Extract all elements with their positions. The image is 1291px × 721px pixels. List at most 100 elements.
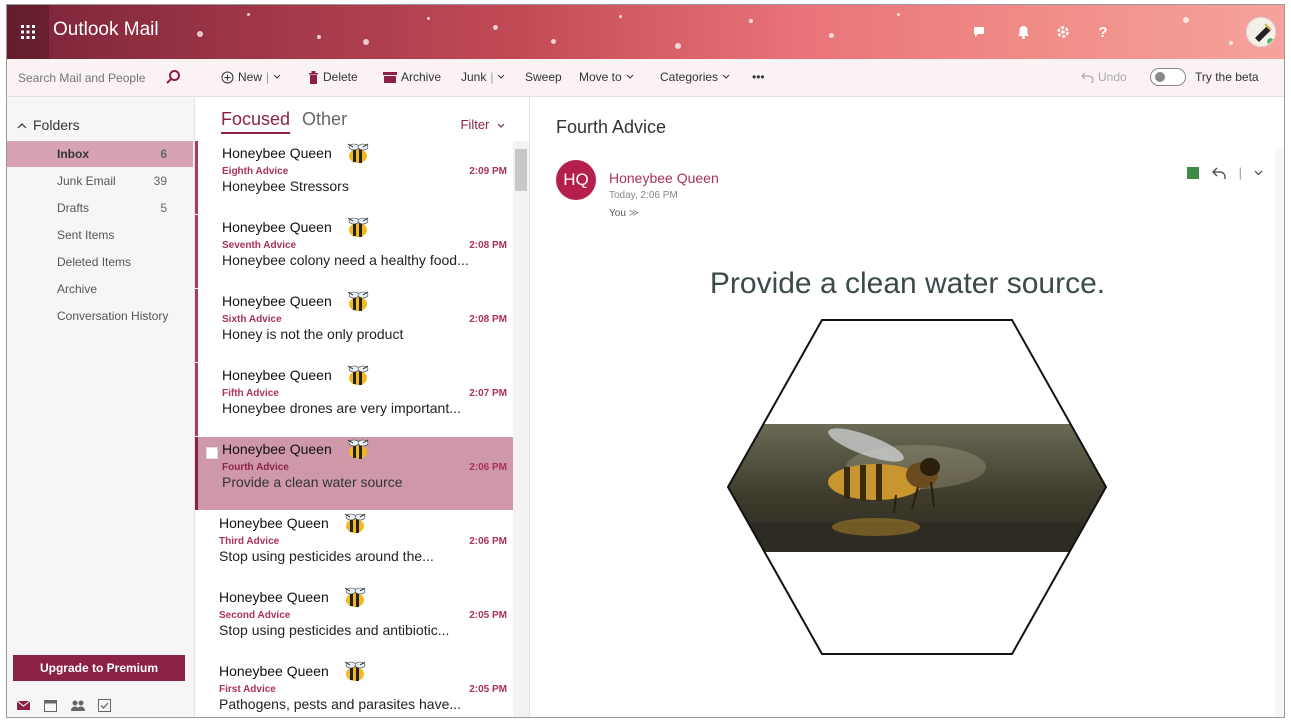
chevron-up-icon: [17, 122, 27, 128]
undo-label: Undo: [1098, 70, 1127, 84]
folder-sent-items[interactable]: Sent Items: [7, 222, 193, 248]
move-to-label: Move to: [579, 70, 622, 84]
search-input[interactable]: [18, 71, 158, 85]
move-to-button[interactable]: Move to: [579, 70, 634, 84]
search-box[interactable]: [7, 59, 195, 97]
folder-inbox[interactable]: Inbox 6: [7, 141, 193, 167]
draft-count: 5: [160, 201, 167, 215]
inbox-tabs: Focused Other: [221, 109, 347, 134]
folder-label: Sent Items: [57, 228, 115, 242]
message-row[interactable]: Honeybee Queen Eighth Advice 2:09 PM Hon…: [195, 141, 513, 214]
message-row[interactable]: Honeybee Queen Second Advice 2:05 PM Sto…: [195, 585, 513, 658]
message-list-scrollbar[interactable]: [513, 141, 529, 717]
message-time: 2:09 PM: [469, 166, 507, 177]
reply-all-icon[interactable]: [1211, 166, 1227, 180]
plus-circle-icon: [221, 71, 234, 83]
unread-count: 39: [153, 174, 167, 188]
delete-button[interactable]: Delete: [308, 70, 358, 84]
search-icon[interactable]: [165, 69, 181, 90]
try-beta-label: Try the beta: [1195, 70, 1259, 84]
folder-pane: Folders Inbox 6 Junk Email 39 Drafts 5 S…: [7, 97, 195, 717]
delete-label: Delete: [323, 70, 358, 84]
message-preview: Stop using pesticides and antibiotic...: [219, 622, 450, 638]
bee-icon: [347, 439, 369, 459]
message-time: 2:06 PM: [469, 462, 507, 473]
new-button[interactable]: New |: [221, 70, 281, 84]
message-row[interactable]: Honeybee Queen Third Advice 2:06 PM Stop…: [195, 511, 513, 584]
folder-drafts[interactable]: Drafts 5: [7, 195, 193, 221]
message-time: 2:08 PM: [469, 314, 507, 325]
message-time: 2:05 PM: [469, 610, 507, 621]
app-launcher-button[interactable]: [7, 5, 49, 59]
notifications-button[interactable]: [1011, 20, 1035, 44]
junk-label: Junk: [461, 70, 487, 84]
help-button[interactable]: ?: [1091, 20, 1115, 44]
message-row[interactable]: Honeybee Queen Seventh Advice 2:08 PM Ho…: [195, 215, 513, 288]
undo-button[interactable]: Undo: [1081, 70, 1127, 84]
top-banner: Outlook Mail ?: [7, 5, 1284, 59]
message-row[interactable]: Honeybee Queen First Advice 2:05 PM Path…: [195, 659, 513, 717]
settings-button[interactable]: [1051, 20, 1075, 44]
sweep-button[interactable]: Sweep: [525, 70, 562, 84]
folder-junk-email[interactable]: Junk Email 39: [7, 168, 193, 194]
divider: |: [490, 70, 494, 84]
message-time: 2:06 PM: [469, 536, 507, 547]
conversation-title: Fourth Advice: [556, 117, 667, 137]
tab-other[interactable]: Other: [302, 109, 347, 130]
message-preview: Provide a clean water source: [222, 474, 403, 490]
select-checkbox[interactable]: [206, 447, 218, 459]
filter-label: Filter: [460, 117, 490, 132]
scroll-thumb[interactable]: [515, 149, 527, 191]
folder-label: Deleted Items: [57, 255, 132, 269]
calendar-icon[interactable]: [44, 699, 57, 712]
message-row[interactable]: Honeybee Queen Sixth Advice 2:08 PM Hone…: [195, 289, 513, 362]
new-label: New: [238, 70, 263, 84]
message-sender: Honeybee Queen: [219, 515, 329, 531]
message-subject: Fourth Advice: [222, 462, 289, 473]
app-title[interactable]: Outlook Mail: [53, 19, 159, 41]
message-sender: Honeybee Queen: [222, 441, 332, 457]
skype-chat-button[interactable]: [967, 20, 991, 44]
tab-focused[interactable]: Focused: [221, 109, 291, 134]
more-actions-button[interactable]: •••: [752, 70, 765, 84]
categories-button[interactable]: Categories: [660, 70, 730, 84]
filter-button[interactable]: Filter: [460, 117, 505, 132]
message-row[interactable]: Honeybee Queen Fifth Advice 2:07 PM Hone…: [195, 363, 513, 436]
recipient-line[interactable]: You ≫: [609, 208, 639, 219]
bee-icon: [344, 587, 366, 607]
junk-button[interactable]: Junk |: [461, 70, 505, 84]
chevron-down-icon[interactable]: [1254, 170, 1263, 176]
sender-avatar[interactable]: HQ: [556, 160, 596, 200]
toggle-knob: [1155, 72, 1165, 82]
command-bar: New | Delete Archive Junk | Sweep Move t…: [7, 59, 1284, 97]
message-subject: Eighth Advice: [222, 166, 289, 177]
message-preview: Pathogens, pests and parasites have...: [219, 696, 462, 712]
folder-conversation-history[interactable]: Conversation History: [7, 303, 193, 329]
chevron-down-icon: [626, 74, 634, 79]
people-icon[interactable]: [71, 699, 85, 712]
message-sender: Honeybee Queen: [222, 219, 332, 235]
folder-deleted-items[interactable]: Deleted Items: [7, 249, 193, 275]
beta-toggle[interactable]: [1150, 68, 1186, 86]
user-avatar[interactable]: [1246, 17, 1276, 47]
folder-archive[interactable]: Archive: [7, 276, 193, 302]
mail-icon[interactable]: [16, 699, 31, 712]
folder-label: Archive: [57, 282, 98, 296]
message-list: Focused Other Filter Honeybee Queen Eigh…: [195, 97, 530, 717]
message-preview: Stop using pesticides around the...: [219, 548, 434, 564]
sender-name[interactable]: Honeybee Queen: [609, 170, 719, 186]
message-row-selected[interactable]: Honeybee Queen Fourth Advice 2:06 PM Pro…: [195, 437, 513, 510]
module-switcher: [16, 699, 111, 712]
folders-header[interactable]: Folders: [17, 117, 80, 133]
waffle-icon: [21, 25, 35, 39]
upgrade-premium-button[interactable]: Upgrade to Premium: [13, 655, 185, 681]
message-time: 2:05 PM: [469, 684, 507, 695]
reading-pane-scrollbar[interactable]: [1275, 149, 1284, 717]
tasks-icon[interactable]: [98, 699, 111, 712]
message-sender: Honeybee Queen: [219, 589, 329, 605]
hexagon-bee-image: [726, 319, 1108, 655]
message-sender: Honeybee Queen: [219, 663, 329, 679]
addin-icon[interactable]: [1186, 166, 1199, 179]
expand-chevron-icon: ≫: [628, 208, 640, 219]
archive-button[interactable]: Archive: [383, 70, 441, 84]
